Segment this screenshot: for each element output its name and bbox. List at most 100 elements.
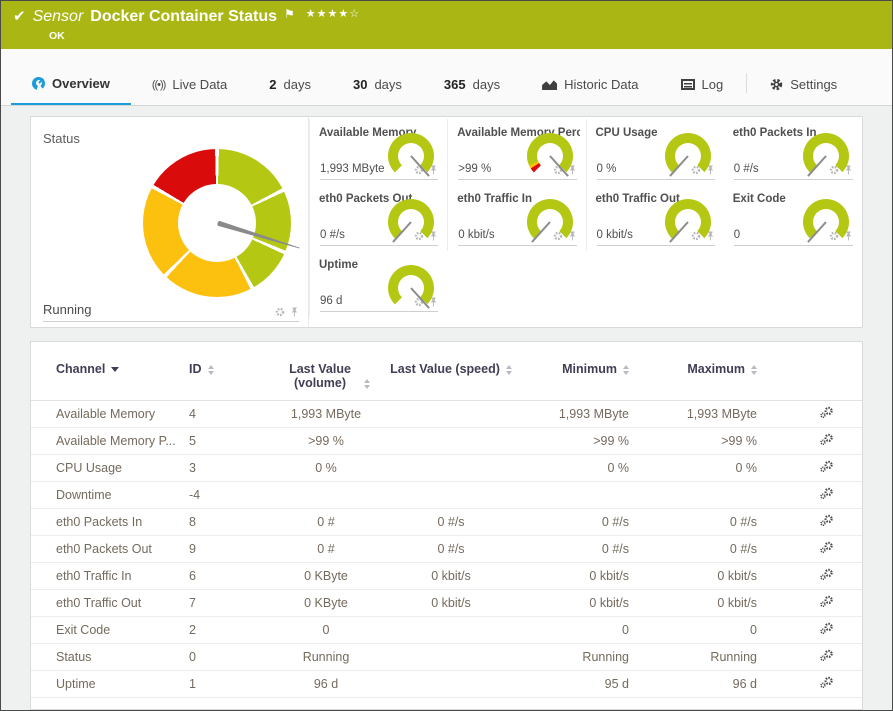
cell-last-value-volume [267,481,385,509]
pin-icon[interactable] [429,165,438,175]
channel-settings-button[interactable] [819,460,834,476]
status-gauge-value: Running [43,302,92,317]
priority-flag-icon[interactable] [284,7,295,21]
gear-icon[interactable] [414,231,425,241]
table-row[interactable]: Available Memory P... 5 >99 % >99 % >99 … [31,427,862,455]
table-row[interactable]: Uptime 1 96 d 95 d 96 d [31,670,862,698]
cell-last-value-volume: >99 % [267,427,385,455]
gears-icon [820,541,833,554]
cell-minimum: 0 kbit/s [517,562,629,590]
cell-last-value-volume: 1,993 MByte [267,400,385,428]
pin-icon[interactable] [290,307,299,317]
table-row[interactable]: Exit Code 2 0 0 0 [31,616,862,644]
gear-icon[interactable] [829,231,840,241]
column-header-id[interactable]: ID [189,342,267,401]
tab-settings[interactable]: Settings [749,63,858,105]
table-row[interactable]: eth0 Packets In 8 0 # 0 #/s 0 #/s 0 #/s [31,508,862,536]
cell-minimum: 0 % [517,454,629,482]
tab-30-days[interactable]: 30 days [332,63,423,105]
cell-maximum: 0 #/s [629,535,757,563]
channel-table-panel: Channel ID Last Value (volume) Last Valu… [30,341,863,710]
tab-bar: Overview Live Data 2 days 30 days 365 da… [1,49,892,106]
cell-last-value-speed [385,400,517,428]
cell-channel: Status [31,643,189,671]
channel-settings-button[interactable] [819,595,834,611]
channel-settings-button[interactable] [819,487,834,503]
pin-icon[interactable] [844,165,853,175]
tab-number: 30 [352,77,368,92]
gear-icon[interactable] [275,307,286,317]
tab-historic-data[interactable]: Historic Data [521,63,659,105]
gauge-tile: Uptime 96 d [309,251,447,317]
cell-id: 9 [189,535,267,563]
tab-log[interactable]: Log [660,63,745,105]
channel-settings-button[interactable] [819,676,834,692]
cell-id: 4 [189,400,267,428]
tab-365-days[interactable]: 365 days [423,63,521,105]
cell-id: -4 [189,481,267,509]
gears-icon [820,568,833,581]
channel-settings-button[interactable] [819,649,834,665]
gauges-panel: Status Running Available Memory 1,993 MB… [30,116,863,328]
pin-icon[interactable] [429,297,438,307]
gears-icon [820,622,833,635]
tab-label: days [374,77,402,92]
cell-last-value-speed [385,616,517,644]
column-header-last-value-volume[interactable]: Last Value (volume) [267,342,385,401]
column-header-channel[interactable]: Channel [31,342,189,401]
sensor-header: Sensor Docker Container Status ★★★★☆ OK [1,1,892,49]
table-row[interactable]: Available Memory 4 1,993 MByte 1,993 MBy… [31,400,862,428]
channel-settings-button[interactable] [819,433,834,449]
cell-channel: Available Memory [31,400,189,428]
gear-icon[interactable] [553,231,564,241]
cell-maximum: 1,993 MByte [629,400,757,428]
channel-settings-button[interactable] [819,622,834,638]
cell-last-value-speed: 0 kbit/s [385,589,517,617]
column-header-last-value-speed[interactable]: Last Value (speed) [385,342,517,401]
column-header-minimum[interactable]: Minimum [517,342,629,401]
priority-stars[interactable]: ★★★★☆ [306,7,360,21]
cell-last-value-volume: 0 % [267,454,385,482]
channel-settings-button[interactable] [819,568,834,584]
column-header-maximum[interactable]: Maximum [629,342,757,401]
channel-settings-button[interactable] [819,514,834,530]
table-row[interactable]: eth0 Packets Out 9 0 # 0 #/s 0 #/s 0 #/s [31,535,862,563]
pin-icon[interactable] [706,165,715,175]
cell-id: 5 [189,427,267,455]
stars-filled: ★★★★ [305,8,350,20]
pin-icon[interactable] [706,231,715,241]
tab-overview[interactable]: Overview [11,63,131,105]
cell-last-value-volume: 0 KByte [267,589,385,617]
table-row[interactable]: CPU Usage 3 0 % 0 % 0 % [31,454,862,482]
channel-settings-button[interactable] [819,406,834,422]
gear-icon[interactable] [691,165,702,175]
cell-last-value-speed [385,670,517,698]
cell-channel: Exit Code [31,616,189,644]
table-row[interactable]: Downtime -4 [31,481,862,509]
pin-icon[interactable] [429,231,438,241]
cell-id: 3 [189,454,267,482]
tab-2-days[interactable]: 2 days [248,63,332,105]
gauge-tile-value: 96 d [320,295,343,307]
cell-minimum: 0 #/s [517,508,629,536]
pin-icon[interactable] [568,165,577,175]
tab-label: Settings [790,77,838,92]
tab-live-data[interactable]: Live Data [131,63,248,105]
table-row[interactable]: eth0 Traffic Out 7 0 KByte 0 kbit/s 0 kb… [31,589,862,617]
cell-last-value-speed [385,481,517,509]
log-list-icon [680,79,695,90]
channel-settings-button[interactable] [819,541,834,557]
gear-icon[interactable] [829,165,840,175]
table-row[interactable]: Status 0 Running Running Running [31,643,862,671]
pin-icon[interactable] [568,231,577,241]
cell-channel: eth0 Traffic In [31,562,189,590]
tab-label: days [283,77,311,92]
channel-table: Channel ID Last Value (volume) Last Valu… [31,342,862,698]
gear-icon[interactable] [691,231,702,241]
cell-maximum: 0 % [629,454,757,482]
cell-channel: Uptime [31,670,189,698]
table-row[interactable]: eth0 Traffic In 6 0 KByte 0 kbit/s 0 kbi… [31,562,862,590]
gauge-tile-grid: Available Memory 1,993 MByte Available M… [309,117,862,327]
object-type-label: Sensor [32,8,84,25]
pin-icon[interactable] [844,231,853,241]
